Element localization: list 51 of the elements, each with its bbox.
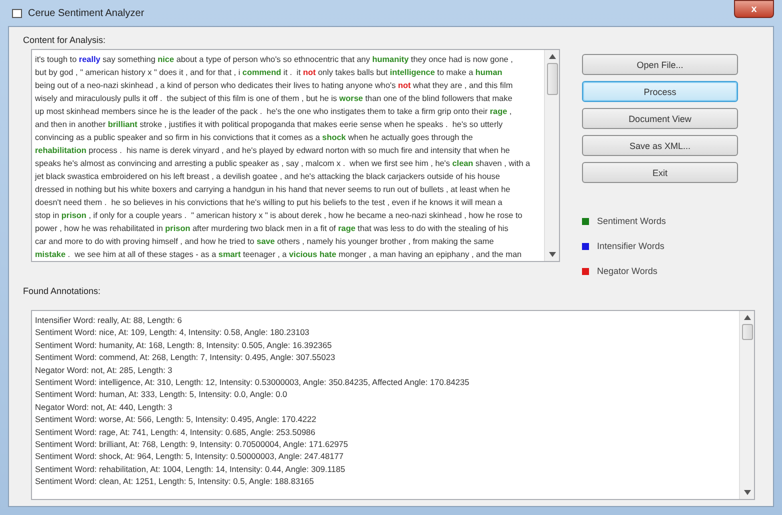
- annotations-list[interactable]: [31, 310, 755, 500]
- annotation-line: Sentiment Word: nice, At: 109, Length: 4, Intensity: 0.58, Angle: 180.23103: [35, 326, 310, 339]
- content-line: doesn't need them . he so believes in his convictions that he's willing to put his beliefs to the test , even if he knows it will mean a: [35, 197, 504, 209]
- scroll-up-icon[interactable]: [744, 315, 750, 320]
- action-button[interactable]: Document View: [582, 108, 738, 129]
- action-button[interactable]: Open File...: [582, 54, 738, 75]
- content-line: up most skinhead members since he is the leader of the pack . he's the one who instigates them to take a firm grip onto their rage ,: [35, 106, 513, 118]
- content-line: mistake . we see him at all of these stages - as a smart teenager , a vicious hate monger , a man having an epiphany , and the man: [35, 249, 523, 261]
- content-line: convincing as a public speaker and so firm in his convictions that it comes as a shock when he actually goes through the: [35, 132, 474, 144]
- annotations-label: Found Annotations:: [23, 286, 102, 296]
- annotation-line: Sentiment Word: shock, At: 964, Length: 5, Intensity: 0.50000003, Angle: 247.48177: [35, 450, 344, 463]
- close-button[interactable]: x: [734, 0, 774, 18]
- content-line: wisely and miraculously pulls it off . the subject of this film is one of them , but he is worse than one of the blind followers that make: [35, 93, 514, 105]
- content-line: and then in another brilliant stroke , justifies it with political propoganda that makes eerie sense when he speaks . he's so utterly: [35, 119, 504, 131]
- legend-label: Sentiment Words: [597, 216, 666, 226]
- content-line: but by god , " american history x " does it , and for that , i commend it . it not only takes balls but intelligence to make a human: [35, 67, 504, 79]
- annotation-line: Intensifier Word: really, At: 88, Length: 6: [35, 314, 183, 326]
- app-icon: [12, 8, 22, 18]
- content-text-area[interactable]: [31, 49, 560, 262]
- action-button[interactable]: Process: [582, 81, 738, 102]
- content-line: car and more to do with proving himself , and how he tried to save others , namely his younger brother , from making the same: [35, 236, 495, 248]
- annotation-line: Negator Word: not, At: 285, Length: 3: [35, 364, 174, 376]
- scroll-down-icon[interactable]: [548, 252, 556, 257]
- annotation-line: Sentiment Word: worse, At: 566, Length: 5, Intensity: 0.495, Angle: 170.4222: [35, 413, 318, 426]
- annotation-line: Sentiment Word: humanity, At: 168, Length: 8, Intensity: 0.505, Angle: 16.392365: [35, 338, 333, 352]
- scroll-down-icon[interactable]: [744, 490, 750, 495]
- legend-label: Intensifier Words: [597, 241, 664, 251]
- action-button[interactable]: Save as XML...: [582, 135, 738, 156]
- content-line: it's tough to really say something nice about a type of person who's so ethnocentric that any humanity they once had is now gone ,: [35, 54, 514, 66]
- annotation-line: Sentiment Word: rage, At: 741, Length: 4, Intensity: 0.685, Angle: 253.50986: [35, 426, 316, 438]
- annotation-line: Sentiment Word: rehabilitation, At: 1004, Length: 14, Intensity: 0.44, Angle: 309.1185: [35, 462, 346, 476]
- content-label: Content for Analysis:: [23, 35, 107, 45]
- content-line: power , how he was rehabilitated in prison after murdering two black men in a fit of rage that was less to do with the stealing of his: [35, 223, 510, 235]
- legend-label: Negator Words: [597, 266, 658, 276]
- annotation-line: Sentiment Word: intelligence, At: 310, Length: 12, Intensity: 0.53000003, Angle: 350.84235, Affected Angle: 170.84235: [35, 376, 470, 388]
- window-title: Cerue Sentiment Analyzer: [28, 8, 146, 18]
- scroll-up-icon[interactable]: [548, 54, 556, 59]
- content-line: speaks he's almost as convincing and arresting a public speaker as , say , malcom x . when we first see him , he's clean shaven , with a: [35, 158, 532, 170]
- annotation-line: Sentiment Word: brilliant, At: 768, Length: 9, Intensity: 0.70500004, Angle: 171.62975: [35, 438, 350, 450]
- content-line: being out of a neo-nazi skinhead , a kind of person who dedicates their lives to hating anyone who's not what they are , and this film: [35, 80, 514, 92]
- annotation-line: Sentiment Word: clean, At: 1251, Length: 5, Intensity: 0.5, Angle: 188.83165: [35, 475, 315, 488]
- scroll-thumb[interactable]: [742, 324, 752, 340]
- content-line: stop in prison , if only for a couple years . " american history x " is about derek , how he became a neo-nazi skinhead , how he rose to: [35, 210, 524, 222]
- scroll-thumb[interactable]: [546, 63, 558, 95]
- content-line: rehabilitation process . his name is derek vinyard , and he's played by edward norton with so much fire and intensity that when he: [35, 145, 511, 157]
- annotation-line: Sentiment Word: human, At: 333, Length: 5, Intensity: 0.0, Angle: 0.0: [35, 388, 288, 401]
- annotation-line: Negator Word: not, At: 440, Length: 3: [35, 400, 174, 414]
- content-line: dressed in nothing but his white boxers and carrying a handgun in his hand that never seems to run out of bullets , at least when he: [35, 184, 512, 196]
- action-button[interactable]: Exit: [582, 162, 738, 183]
- annotation-line: Sentiment Word: commend, At: 268, Length: 7, Intensity: 0.495, Angle: 307.55023: [35, 351, 336, 364]
- content-line: jet black swastica embroidered on his left breast , a devilish goatee , and he's attacking the black carjackers outside of his house: [35, 171, 501, 183]
